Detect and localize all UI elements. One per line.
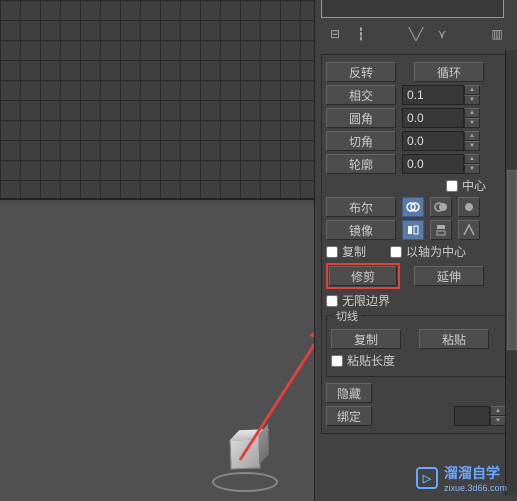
vertex-icon[interactable]: ┇ bbox=[353, 26, 369, 42]
paste-length-label: 粘贴长度 bbox=[347, 352, 395, 369]
geometry-rollout: 反转 循环 相交 ▲ ▼ 圆角 ▲ ▼ bbox=[321, 54, 511, 434]
infinite-bounds-checkbox[interactable]: 无限边界 bbox=[326, 292, 390, 309]
about-axis-checkbox[interactable]: 以轴为中心 bbox=[390, 243, 466, 260]
panel-top-box bbox=[321, 0, 504, 18]
tangent-paste-button[interactable]: 粘贴 bbox=[419, 329, 489, 349]
watermark-sub: zixue.3d66.com bbox=[444, 483, 507, 493]
modify-panel: ⊟ ┇ ╲╱ ⋎ ▥ 反转 循环 相交 ▲ ▼ 圆角 bbox=[314, 0, 517, 501]
extend-button[interactable]: 延伸 bbox=[414, 266, 484, 286]
intersect-button[interactable]: 相交 bbox=[326, 85, 396, 105]
segment-icon[interactable]: ╲╱ bbox=[408, 26, 424, 42]
spinner-down-icon[interactable]: ▼ bbox=[464, 95, 480, 105]
infinite-check-input[interactable] bbox=[326, 295, 338, 307]
bind-button[interactable]: 绑定 bbox=[326, 406, 372, 426]
watermark-icon: ▷ bbox=[416, 467, 438, 489]
spinner-up-icon[interactable]: ▲ bbox=[490, 406, 506, 416]
bind-spinner[interactable]: ▲ ▼ bbox=[454, 406, 506, 426]
spline-edit-toolbar: ⊟ ┇ ╲╱ ⋎ ▥ bbox=[315, 20, 517, 48]
scrollbar-thumb[interactable] bbox=[507, 170, 517, 350]
panel-scrollbar[interactable] bbox=[505, 50, 517, 495]
watermark: ▷ 溜溜自学 zixue.3d66.com bbox=[416, 463, 507, 493]
copy-check-input[interactable] bbox=[326, 246, 338, 258]
trim-button[interactable]: 修剪 bbox=[329, 266, 397, 286]
infinite-label: 无限边界 bbox=[342, 292, 390, 309]
spinner-down-icon[interactable]: ▼ bbox=[464, 164, 480, 174]
spinner-down-icon[interactable]: ▼ bbox=[464, 118, 480, 128]
mirror-v-icon[interactable] bbox=[430, 220, 452, 240]
viewport-top-grid[interactable] bbox=[0, 0, 314, 200]
chamfer-spinner[interactable]: ▲ ▼ bbox=[402, 131, 480, 151]
object-base-ring bbox=[212, 472, 278, 492]
spinner-up-icon[interactable]: ▲ bbox=[464, 108, 480, 118]
cycle-button[interactable]: 循环 bbox=[414, 62, 484, 82]
paste-length-check-input[interactable] bbox=[331, 355, 343, 367]
chamfer-button[interactable]: 切角 bbox=[326, 131, 396, 151]
mirror-both-icon[interactable] bbox=[458, 220, 480, 240]
paste-length-checkbox[interactable]: 粘贴长度 bbox=[331, 352, 395, 369]
reverse-button[interactable]: 反转 bbox=[326, 62, 396, 82]
center-checkbox[interactable]: 中心 bbox=[446, 177, 486, 194]
bool-union-icon[interactable] bbox=[402, 197, 424, 217]
about-axis-check-input[interactable] bbox=[390, 246, 402, 258]
chamfer-input[interactable] bbox=[402, 131, 464, 151]
tangent-copy-button[interactable]: 复制 bbox=[331, 329, 401, 349]
spinner-up-icon[interactable]: ▲ bbox=[464, 131, 480, 141]
about-axis-label: 以轴为中心 bbox=[406, 243, 466, 260]
bind-input[interactable] bbox=[454, 406, 490, 426]
mirror-h-icon[interactable] bbox=[402, 220, 424, 240]
bool-intersect-icon[interactable] bbox=[458, 197, 480, 217]
spinner-down-icon[interactable]: ▼ bbox=[464, 141, 480, 151]
pin-icon[interactable]: ⊟ bbox=[327, 26, 343, 42]
viewport-area bbox=[0, 0, 314, 501]
fillet-button[interactable]: 圆角 bbox=[326, 108, 396, 128]
fillet-input[interactable] bbox=[402, 108, 464, 128]
intersect-input[interactable] bbox=[402, 85, 464, 105]
spline-icon[interactable]: ⋎ bbox=[434, 26, 450, 42]
tangent-group: 切线 复制 粘贴 粘贴长度 bbox=[326, 315, 506, 377]
spinner-up-icon[interactable]: ▲ bbox=[464, 85, 480, 95]
outline-input[interactable] bbox=[402, 154, 464, 174]
cube-object[interactable] bbox=[229, 438, 260, 469]
mirror-button[interactable]: 镜像 bbox=[326, 220, 396, 240]
copy-label: 复制 bbox=[342, 243, 366, 260]
bool-subtract-icon[interactable] bbox=[430, 197, 452, 217]
boolean-button[interactable]: 布尔 bbox=[326, 197, 396, 217]
spinner-down-icon[interactable]: ▼ bbox=[490, 416, 506, 426]
center-check-input[interactable] bbox=[446, 180, 458, 192]
outline-button[interactable]: 轮廓 bbox=[326, 154, 396, 174]
trim-highlight: 修剪 bbox=[326, 263, 400, 289]
watermark-text: 溜溜自学 bbox=[444, 465, 500, 481]
hide-button[interactable]: 隐藏 bbox=[326, 383, 372, 403]
copy-checkbox[interactable]: 复制 bbox=[326, 243, 366, 260]
viewport-perspective[interactable] bbox=[0, 204, 314, 501]
outline-spinner[interactable]: ▲ ▼ bbox=[402, 154, 480, 174]
spinner-up-icon[interactable]: ▲ bbox=[464, 154, 480, 164]
fillet-spinner[interactable]: ▲ ▼ bbox=[402, 108, 480, 128]
tangent-group-label: 切线 bbox=[333, 308, 361, 324]
intersect-spinner[interactable]: ▲ ▼ bbox=[402, 85, 480, 105]
config-icon[interactable]: ▥ bbox=[489, 26, 505, 42]
center-label: 中心 bbox=[462, 177, 486, 194]
